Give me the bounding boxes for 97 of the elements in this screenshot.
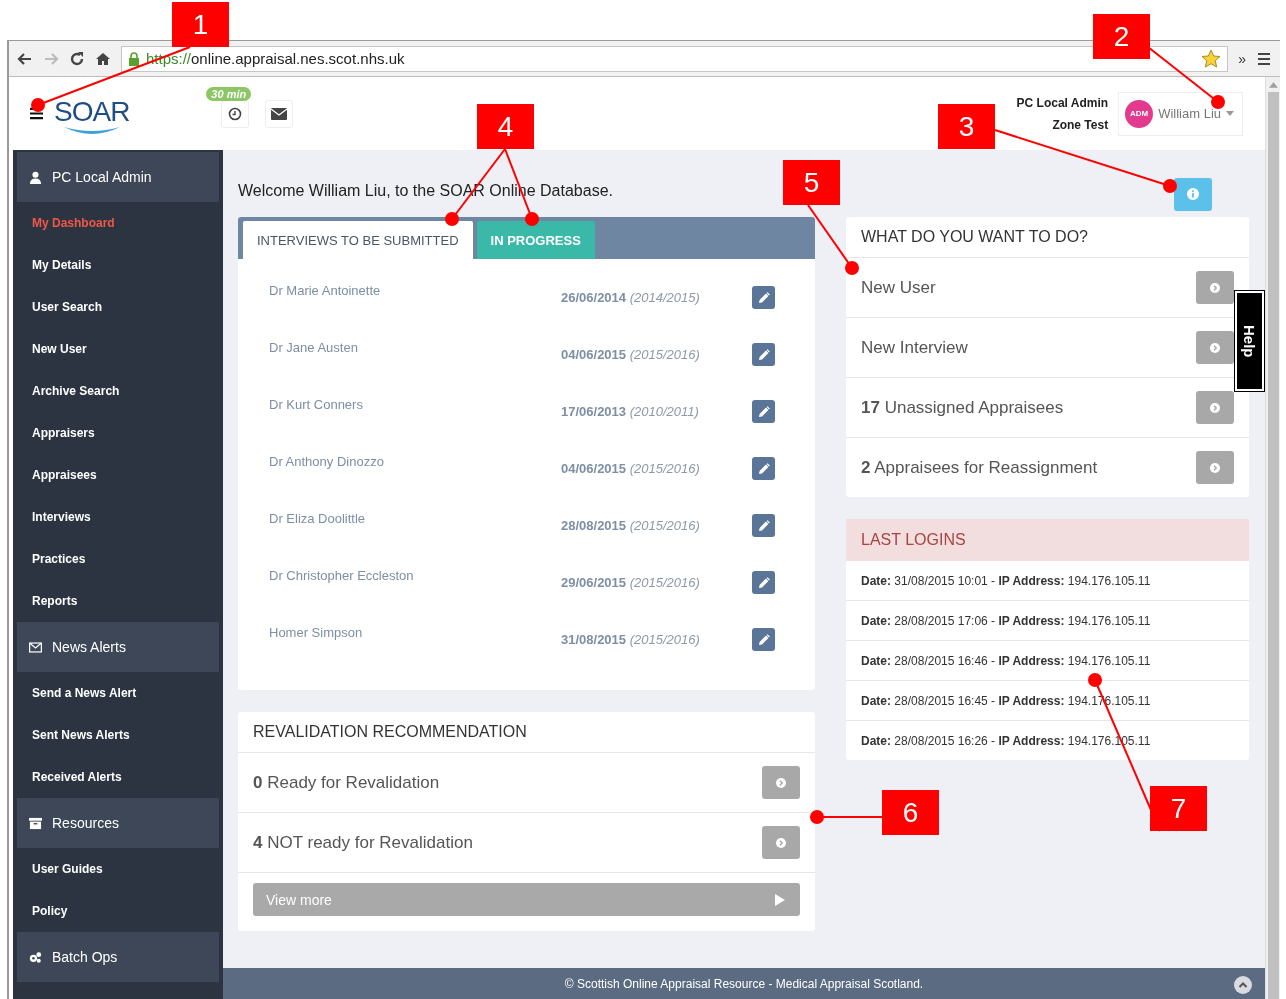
clock-button[interactable] — [221, 99, 250, 128]
action-link[interactable]: 2 Appraisees for Reassignment — [861, 457, 1098, 478]
sidebar-section-header[interactable]: PC Local Admin — [17, 152, 219, 202]
appraisee-name[interactable]: Homer Simpson — [269, 625, 561, 640]
login-entry: Date: 31/08/2015 10:01 - IP Address: 194.176.105.11 — [861, 573, 1151, 588]
sidebar-item[interactable]: Policy — [17, 890, 219, 932]
edit-button[interactable] — [752, 514, 775, 537]
interview-date: 31/08/2015 (2015/2016) — [561, 632, 701, 647]
scroll-up-icon[interactable] — [1234, 976, 1252, 994]
reload-icon[interactable] — [69, 50, 85, 67]
edit-button[interactable] — [752, 286, 775, 309]
callout-number: 1 — [172, 2, 229, 47]
sidebar-section-header[interactable]: Batch Ops — [17, 932, 219, 982]
callout-number: 6 — [882, 790, 939, 835]
role-label: PC Local Admin — [1016, 95, 1109, 110]
lock-icon — [128, 51, 140, 66]
back-icon[interactable] — [17, 50, 33, 67]
interview-date: 26/06/2014 (2014/2015) — [561, 290, 701, 305]
archive-box-icon — [29, 816, 42, 830]
envelope-icon — [271, 107, 288, 120]
callout-number: 3 — [938, 104, 995, 149]
sidebar-item[interactable]: My Details — [17, 244, 219, 286]
pencil-icon — [757, 291, 770, 304]
timer-badge: 30 min — [206, 86, 252, 101]
edit-button[interactable] — [752, 400, 775, 423]
chevron-icon — [776, 777, 786, 788]
sidebar-item[interactable]: New User — [17, 328, 219, 370]
info-button[interactable] — [1174, 177, 1212, 211]
interview-date: 17/06/2013 (2010/2011) — [561, 404, 700, 419]
pencil-icon — [757, 405, 770, 418]
sidebar-item[interactable]: Received Alerts — [17, 756, 219, 798]
home-icon[interactable] — [95, 50, 111, 67]
logo: SOAR — [54, 98, 130, 137]
panel-title: WHAT DO YOU WANT TO DO? — [846, 217, 1249, 258]
sidebar-item[interactable]: Sent News Alerts — [17, 714, 219, 756]
sidebar-item[interactable]: Reports — [17, 580, 219, 622]
revalidation-count[interactable]: 4 NOT ready for Revalidation — [253, 832, 473, 853]
interview-date: 04/06/2015 (2015/2016) — [561, 461, 701, 476]
panel-title: LAST LOGINS — [846, 519, 1249, 561]
zone-label: Zone Test — [1052, 117, 1109, 132]
callout-number: 2 — [1093, 14, 1150, 59]
interview-date: 04/06/2015 (2015/2016) — [561, 347, 701, 362]
interview-date: 28/08/2015 (2015/2016) — [561, 518, 701, 533]
chevron-icon — [776, 837, 786, 848]
sidebar-item[interactable]: Send a News Alert — [17, 672, 219, 714]
appraisee-name[interactable]: Dr Marie Antoinette — [269, 283, 561, 298]
sidebar-item[interactable]: Interviews — [17, 496, 219, 538]
pencil-icon — [757, 633, 770, 646]
sidebar-item[interactable]: My Dashboard — [17, 202, 219, 244]
sidebar-item[interactable]: User Search — [17, 286, 219, 328]
sidebar-item[interactable]: User Guides — [17, 848, 219, 890]
panel-title: REVALIDATION RECOMMENDATION — [238, 712, 815, 753]
sidebar-section-header[interactable]: News Alerts — [17, 622, 219, 672]
action-link[interactable]: New Interview — [861, 337, 968, 358]
gears-icon — [29, 950, 42, 964]
edit-button[interactable] — [752, 343, 775, 366]
extensions-button[interactable]: » — [1238, 50, 1246, 67]
mail-icon — [29, 640, 42, 654]
mail-button[interactable] — [265, 99, 294, 128]
chevron-icon — [1210, 462, 1220, 473]
pencil-icon — [757, 348, 770, 361]
action-link[interactable]: New User — [861, 277, 936, 298]
interview-date: 29/06/2015 (2015/2016) — [561, 575, 701, 590]
action-link[interactable]: 17 Unassigned Appraisees — [861, 397, 1064, 418]
star-icon[interactable] — [1201, 48, 1222, 69]
help-tab[interactable]: Help — [1235, 291, 1264, 391]
menu-icon[interactable] — [1256, 50, 1272, 67]
edit-button[interactable] — [752, 457, 775, 480]
user-menu-button[interactable]: ADM William Liu — [1118, 91, 1243, 136]
login-entry: Date: 28/08/2015 16:46 - IP Address: 194.176.105.11 — [861, 653, 1151, 668]
chevron-icon — [1210, 282, 1220, 293]
login-entry: Date: 28/08/2015 17:06 - IP Address: 194.176.105.11 — [861, 613, 1151, 628]
tab[interactable]: INTERVIEWS TO BE SUBMITTED — [243, 221, 473, 259]
user-icon — [29, 170, 42, 184]
pencil-icon — [757, 519, 770, 532]
play-icon — [775, 893, 785, 906]
pencil-icon — [757, 462, 770, 475]
edit-button[interactable] — [752, 628, 775, 651]
pencil-icon — [757, 576, 770, 589]
info-icon — [1187, 188, 1199, 200]
sidebar-item[interactable]: Appraisees — [17, 454, 219, 496]
callout-number: 5 — [783, 160, 840, 205]
menu-icon[interactable] — [29, 107, 44, 120]
chevron-icon — [1210, 402, 1220, 413]
sidebar-item[interactable]: Archive Search — [17, 370, 219, 412]
callout-number: 4 — [477, 104, 534, 149]
clock-icon — [228, 106, 243, 121]
leader-line — [807, 204, 859, 275]
chevron-icon — [1210, 342, 1220, 353]
caret-icon — [1226, 111, 1234, 116]
sidebar-item[interactable]: Appraisers — [17, 412, 219, 454]
footer-text: © Scottish Online Appraisal Resource - Medical Appraisal Scotland. — [564, 976, 924, 991]
sidebar-section-header[interactable]: Resources — [17, 798, 219, 848]
revalidation-count[interactable]: 0 Ready for Revalidation — [253, 772, 440, 793]
edit-button[interactable] — [752, 571, 775, 594]
sidebar-item[interactable]: Practices — [17, 538, 219, 580]
callout-number: 7 — [1150, 786, 1207, 831]
